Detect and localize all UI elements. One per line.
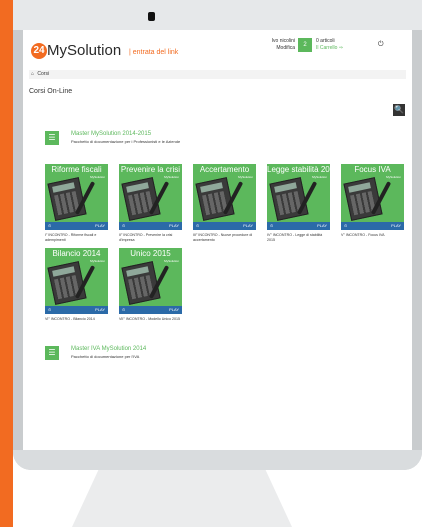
power-icon[interactable]: ⏻ bbox=[378, 41, 384, 49]
course-title: Legge stabilità 2015 bbox=[267, 165, 330, 174]
course-cover[interactable]: Prevenire la crisi MySolution bbox=[119, 164, 182, 222]
logo-text[interactable]: MySolution bbox=[47, 42, 121, 59]
course-cover[interactable]: Focus IVA MySolution bbox=[341, 164, 404, 222]
course-bar[interactable]: ⊙ PLAY bbox=[119, 222, 182, 230]
course-cover[interactable]: Accertamento MySolution bbox=[193, 164, 256, 222]
section-title[interactable]: Master MySolution 2014-2015 bbox=[71, 131, 151, 137]
logo-icon[interactable]: 24 bbox=[31, 43, 47, 59]
user-edit-link[interactable]: Modifica bbox=[259, 45, 295, 52]
user-info[interactable]: Ivo nicolini Modifica bbox=[259, 38, 295, 52]
course-title: Prevenire la crisi bbox=[120, 165, 181, 174]
user-name: Ivo nicolini bbox=[271, 38, 295, 44]
course-description: VII° INCONTRO - Modello Unico 2015 bbox=[119, 317, 180, 321]
screen: 24 MySolution | entrata del link Ivo nic… bbox=[23, 30, 412, 450]
course-description: IV° INCONTRO - Legge di stabilità 2015 bbox=[267, 233, 323, 242]
course-description: VI° INCONTRO - Bilancio 2014 bbox=[45, 317, 95, 321]
cart-link[interactable]: Il Carrello ⇒ bbox=[316, 45, 343, 52]
play-label[interactable]: PLAY bbox=[95, 222, 105, 230]
course-bar[interactable]: ⊙ PLAY bbox=[45, 306, 108, 314]
monitor-bezel bbox=[13, 0, 422, 30]
course-title: Unico 2015 bbox=[130, 249, 171, 258]
play-icon[interactable]: ⊙ bbox=[344, 222, 347, 230]
course-brand: MySolution bbox=[90, 175, 105, 179]
course-cover[interactable]: Bilancio 2014 MySolution bbox=[45, 248, 108, 306]
course-description: III° INCONTRO - Nuove procedure di accer… bbox=[193, 233, 253, 242]
play-icon[interactable]: ⊙ bbox=[270, 222, 273, 230]
course-cover[interactable]: Unico 2015 MySolution bbox=[119, 248, 182, 306]
monitor-stand bbox=[72, 470, 292, 527]
camera-icon bbox=[148, 12, 155, 21]
course-description: I° INCONTRO - Riforme fiscali e adempime… bbox=[45, 233, 97, 242]
course-description: II° INCONTRO - Prevenire la crisi d'impr… bbox=[119, 233, 173, 242]
section-title[interactable]: Master IVA MySolution 2014 bbox=[71, 346, 146, 352]
page-title: Corsi On-Line bbox=[29, 88, 73, 95]
course-title: Accertamento bbox=[199, 165, 250, 174]
course-bar[interactable]: ⊙ PLAY bbox=[341, 222, 404, 230]
monitor-chin bbox=[13, 450, 422, 470]
section-list-icon[interactable]: ☰ bbox=[45, 346, 59, 360]
logo-tagline: | entrata del link bbox=[129, 49, 179, 56]
course-brand: MySolution bbox=[312, 175, 327, 179]
orange-side-strip bbox=[0, 0, 13, 527]
play-label[interactable]: PLAY bbox=[391, 222, 401, 230]
play-icon[interactable]: ⊙ bbox=[196, 222, 199, 230]
play-icon[interactable]: ⊙ bbox=[48, 222, 51, 230]
play-icon[interactable]: ⊙ bbox=[122, 222, 125, 230]
section-subtitle: Pacchetto di documentazione per i Profes… bbox=[71, 139, 181, 144]
course-cover[interactable]: Riforme fiscali MySolution bbox=[45, 164, 108, 222]
user-badge[interactable]: 2 bbox=[298, 38, 312, 52]
play-label[interactable]: PLAY bbox=[169, 306, 179, 314]
section-subtitle: Pacchetto di documentazione per l'IVA bbox=[71, 354, 140, 359]
course-title: Bilancio 2014 bbox=[52, 249, 101, 258]
play-label[interactable]: PLAY bbox=[169, 222, 179, 230]
monitor-frame: 24 MySolution | entrata del link Ivo nic… bbox=[13, 0, 422, 470]
course-bar[interactable]: ⊙ PLAY bbox=[45, 222, 108, 230]
home-icon[interactable]: ⌂ bbox=[29, 70, 36, 79]
course-cover[interactable]: Legge stabilità 2015 MySolution bbox=[267, 164, 330, 222]
search-icon[interactable]: 🔍 bbox=[393, 104, 405, 116]
play-label[interactable]: PLAY bbox=[95, 306, 105, 314]
section-list-icon[interactable]: ☰ bbox=[45, 131, 59, 145]
play-label[interactable]: PLAY bbox=[243, 222, 253, 230]
course-title: Riforme fiscali bbox=[51, 165, 102, 174]
course-brand: MySolution bbox=[90, 259, 105, 263]
course-brand: MySolution bbox=[238, 175, 253, 179]
course-brand: MySolution bbox=[386, 175, 401, 179]
course-bar[interactable]: ⊙ PLAY bbox=[193, 222, 256, 230]
cart-count: 0 articoli bbox=[316, 38, 335, 44]
course-title: Focus IVA bbox=[354, 165, 391, 174]
breadcrumb-label[interactable]: Corsi bbox=[37, 71, 49, 77]
course-bar[interactable]: ⊙ PLAY bbox=[119, 306, 182, 314]
site-header: 24 MySolution | entrata del link Ivo nic… bbox=[23, 30, 412, 70]
play-icon[interactable]: ⊙ bbox=[122, 306, 125, 314]
breadcrumb: ⌂ Corsi bbox=[29, 70, 406, 79]
course-brand: MySolution bbox=[164, 175, 179, 179]
play-icon[interactable]: ⊙ bbox=[48, 306, 51, 314]
course-description: V° INCONTRO - Focus IVA bbox=[341, 233, 385, 237]
play-label[interactable]: PLAY bbox=[317, 222, 327, 230]
course-brand: MySolution bbox=[164, 259, 179, 263]
course-bar[interactable]: ⊙ PLAY bbox=[267, 222, 330, 230]
cart-info[interactable]: 0 articoli Il Carrello ⇒ bbox=[316, 38, 343, 52]
